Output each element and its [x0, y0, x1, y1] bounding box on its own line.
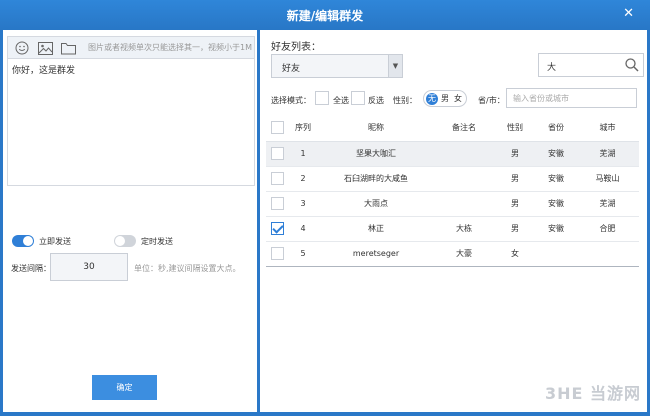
message-composer: 图片或者视频单次只能选择其一，视频小于1M 你好，这是群发	[7, 36, 255, 186]
immediate-send-label: 立即发送	[39, 236, 71, 246]
interval-unit-hint: 单位：秒,建议间隔设置大点。	[134, 264, 241, 273]
cell-gender: 男	[494, 191, 536, 217]
table-header: 序列 昵称 备注名 性别 省份 城市	[266, 115, 639, 142]
province-field[interactable]	[507, 89, 636, 107]
row-checkbox[interactable]	[270, 172, 284, 185]
province-label: 省/市：	[478, 96, 505, 105]
mode-label: 选择模式：	[271, 96, 311, 105]
cell-province: 安徽	[536, 191, 576, 217]
col-remark: 备注名	[434, 115, 494, 142]
row-checkbox-checked[interactable]	[270, 222, 284, 235]
cell-nickname: 林正	[318, 216, 434, 242]
search-value: 大	[547, 63, 557, 73]
filter-row: 选择模式： 全选 反选 性别： 无 男 女 省/市：	[271, 88, 643, 110]
select-all-label: 全选	[333, 96, 349, 105]
cell-nickname: 坚果大咖汇	[318, 141, 434, 167]
cell-remark: 大豪	[434, 241, 494, 267]
scheduled-send-label: 定时发送	[141, 236, 173, 246]
cell-province: 安徽	[536, 166, 576, 192]
search-icon[interactable]	[624, 57, 640, 73]
cell-gender: 男	[494, 216, 536, 242]
cell-gender: 女	[494, 241, 536, 267]
cell-index: 2	[288, 166, 318, 192]
composer-toolbar: 图片或者视频单次只能选择其一，视频小于1M	[8, 37, 254, 59]
interval-input[interactable]: 30	[50, 253, 128, 281]
cell-city: 合肥	[576, 216, 639, 242]
cell-province: 安徽	[536, 141, 576, 167]
col-gender: 性别	[494, 115, 536, 142]
cell-nickname: meretseger	[318, 241, 434, 267]
header-checkbox[interactable]	[270, 121, 284, 135]
cell-remark: 大栋	[434, 216, 494, 242]
smiley-icon[interactable]	[14, 40, 30, 56]
group-select-value: 好友	[282, 64, 301, 74]
table-row[interactable]: 5 meretseger 大豪 女	[266, 241, 639, 267]
dialog-body: 图片或者视频单次只能选择其一，视频小于1M 你好，这是群发 立即发送 定时发送 …	[3, 30, 647, 412]
friend-list-label: 好友列表：	[271, 42, 321, 53]
scheduled-send-toggle[interactable]	[114, 235, 136, 247]
site-watermark: 3HE 当游网	[544, 384, 641, 403]
scheduled-send-option: 定时发送	[114, 234, 173, 248]
select-all-checkbox[interactable]	[315, 91, 329, 105]
col-province: 省份	[536, 115, 576, 142]
cell-gender: 男	[494, 166, 536, 192]
invert-label: 反选	[368, 96, 384, 105]
confirm-button[interactable]: 确定	[92, 375, 157, 400]
table-row[interactable]: 4 林正 大栋 男 安徽 合肥	[266, 216, 639, 242]
gender-option-male[interactable]: 男	[439, 93, 451, 105]
cell-city: 芜湖	[576, 141, 639, 167]
image-icon[interactable]	[37, 40, 53, 56]
cell-province	[536, 241, 576, 267]
col-nickname: 昵称	[318, 115, 434, 142]
gender-option-female[interactable]: 女	[452, 93, 464, 105]
cell-city: 马鞍山	[576, 166, 639, 192]
invert-checkbox[interactable]	[351, 91, 365, 105]
col-city: 城市	[576, 115, 639, 142]
media-hint: 图片或者视频单次只能选择其一，视频小于1M	[88, 43, 252, 52]
gender-label: 性别：	[393, 96, 417, 105]
right-panel: 好友列表： 好友 ▼ 大 选择模式： 全选 反选 性别： 无 男 女 省/市：	[263, 30, 647, 412]
friend-table: 序列 昵称 备注名 性别 省份 城市 1 坚果大咖汇 男 安徽 芜湖 2 石臼湖…	[266, 115, 639, 267]
folder-icon[interactable]	[60, 40, 76, 56]
province-input[interactable]	[506, 88, 637, 108]
cell-province: 安徽	[536, 216, 576, 242]
immediate-send-option: 立即发送	[12, 234, 71, 248]
gender-segmented-control: 无 男 女	[423, 90, 467, 107]
table-row[interactable]: 1 坚果大咖汇 男 安徽 芜湖	[266, 141, 639, 167]
interval-label: 发送间隔：	[11, 264, 51, 273]
table-row[interactable]: 3 大雨点 男 安徽 芜湖	[266, 191, 639, 217]
row-checkbox[interactable]	[270, 147, 284, 160]
col-index: 序列	[288, 115, 318, 142]
cell-city	[576, 241, 639, 267]
gender-option-none[interactable]: 无	[426, 93, 438, 105]
row-checkbox[interactable]	[270, 247, 284, 260]
cell-index: 1	[288, 141, 318, 167]
cell-index: 4	[288, 216, 318, 242]
group-select[interactable]: 好友 ▼	[271, 54, 403, 78]
window-title: 新建/编辑群发	[286, 9, 364, 23]
cell-remark	[434, 166, 494, 192]
cell-index: 5	[288, 241, 318, 267]
table-row[interactable]: 2 石臼湖畔的大咸鱼 男 安徽 马鞍山	[266, 166, 639, 192]
cell-remark	[434, 191, 494, 217]
message-textarea[interactable]: 你好，这是群发	[8, 59, 254, 80]
immediate-send-toggle[interactable]	[12, 235, 34, 247]
cell-nickname: 大雨点	[318, 191, 434, 217]
cell-gender: 男	[494, 141, 536, 167]
cell-remark	[434, 141, 494, 167]
left-panel: 图片或者视频单次只能选择其一，视频小于1M 你好，这是群发 立即发送 定时发送 …	[3, 30, 260, 412]
search-input[interactable]: 大	[538, 53, 644, 77]
chevron-down-icon[interactable]: ▼	[388, 55, 402, 77]
cell-index: 3	[288, 191, 318, 217]
cell-city: 芜湖	[576, 191, 639, 217]
cell-nickname: 石臼湖畔的大咸鱼	[318, 166, 434, 192]
title-bar: 新建/编辑群发 ✕	[0, 0, 650, 30]
row-checkbox[interactable]	[270, 197, 284, 210]
close-icon[interactable]: ✕	[623, 6, 634, 21]
